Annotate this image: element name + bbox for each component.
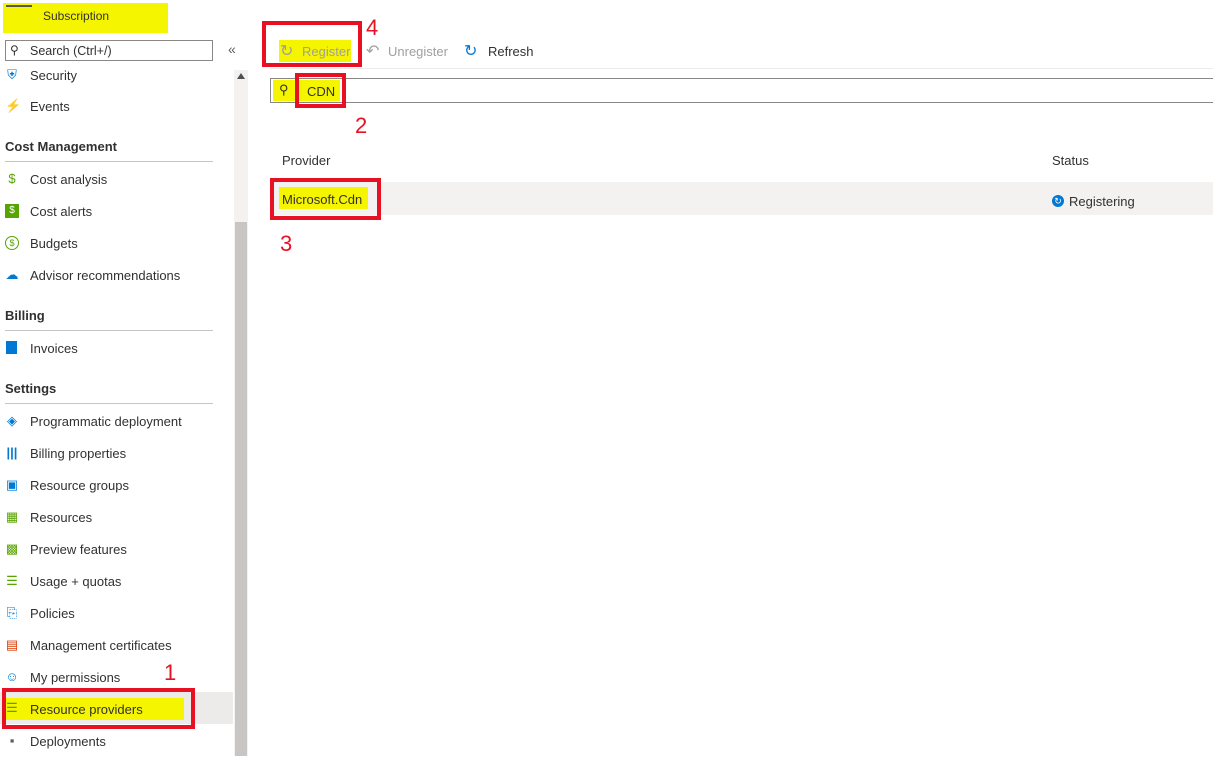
sidebar-item-budgets[interactable]: $ Budgets bbox=[0, 229, 233, 259]
sidebar-item-label: Usage + quotas bbox=[30, 574, 122, 589]
sidebar-item-invoices[interactable]: Invoices bbox=[0, 334, 233, 364]
list-icon: ☰ bbox=[6, 573, 18, 588]
undo-icon: ↶ bbox=[366, 43, 380, 60]
grid-icon: ▦ bbox=[5, 509, 19, 524]
annotation-box-2 bbox=[295, 73, 346, 108]
search-icon: ⚲ bbox=[10, 43, 19, 57]
column-header-status[interactable]: Status bbox=[1052, 153, 1089, 168]
section-divider bbox=[5, 403, 213, 404]
section-title-settings: Settings bbox=[5, 381, 57, 396]
sidebar-item-programmatic-deployment[interactable]: ◈ Programmatic deployment bbox=[0, 407, 233, 437]
certificate-icon: ▤ bbox=[5, 637, 19, 652]
sidebar-item-label: Events bbox=[30, 99, 70, 114]
annotation-box-1 bbox=[2, 688, 195, 729]
lightning-icon: ⚡ bbox=[5, 98, 22, 113]
sidebar-item-label: Cost analysis bbox=[30, 172, 108, 187]
cube-icon: ▣ bbox=[5, 477, 19, 492]
annotation-number-3: 3 bbox=[280, 231, 293, 256]
sidebar-item-label: Preview features bbox=[30, 542, 127, 557]
sidebar-item-label: Cost alerts bbox=[30, 204, 93, 219]
sidebar-item-label: Policies bbox=[30, 606, 75, 621]
sidebar-item-deployments[interactable]: ▪ Deployments bbox=[0, 727, 233, 757]
sidebar-item-label: Security bbox=[30, 68, 77, 83]
filter-input[interactable] bbox=[270, 78, 1213, 103]
sidebar-item-billing-properties[interactable]: ||| Billing properties bbox=[0, 439, 233, 469]
bag-icon: ◈ bbox=[7, 413, 17, 428]
refresh-icon: ↻ bbox=[464, 43, 478, 60]
annotation-number-1: 1 bbox=[164, 660, 177, 685]
budget-icon: $ bbox=[5, 236, 19, 250]
sidebar-item-label: Invoices bbox=[30, 341, 78, 356]
shield-icon: ⛨ bbox=[7, 67, 17, 82]
search-placeholder: Search (Ctrl+/) bbox=[30, 44, 112, 58]
section-divider bbox=[5, 330, 213, 331]
collapse-sidebar-button[interactable]: « bbox=[228, 41, 236, 57]
sidebar-search-input[interactable]: ⚲ Search (Ctrl+/) bbox=[5, 40, 213, 61]
sidebar-item-cost-analysis[interactable]: $ Cost analysis bbox=[0, 165, 233, 195]
sidebar-item-label: Management certificates bbox=[30, 638, 172, 653]
subscription-title: Subscription bbox=[43, 9, 110, 23]
sidebar-item-resource-groups[interactable]: ▣ Resource groups bbox=[0, 471, 233, 501]
bars-icon: ||| bbox=[6, 445, 18, 460]
scrollbar-thumb[interactable] bbox=[235, 222, 247, 756]
sidebar-item-events[interactable]: ⚡ Events bbox=[0, 92, 233, 122]
sidebar-item-label: Advisor recommendations bbox=[30, 268, 181, 283]
deploy-icon: ▪ bbox=[9, 733, 15, 748]
status-cell: Registering bbox=[1069, 194, 1135, 209]
toolbar-divider bbox=[270, 68, 1213, 69]
dollar-icon: $ bbox=[5, 204, 19, 218]
preview-icon: ▩ bbox=[5, 541, 19, 556]
sidebar-item-cost-alerts[interactable]: $ Cost alerts bbox=[0, 197, 233, 227]
unregister-button[interactable]: ↶ Unregister bbox=[366, 40, 456, 62]
sidebar-item-label: Resources bbox=[30, 510, 93, 525]
refresh-label: Refresh bbox=[488, 44, 534, 59]
sync-icon: ↻ bbox=[1052, 195, 1064, 207]
sidebar-item-policies[interactable]: ⎘ Policies bbox=[0, 599, 233, 629]
filter-search-icon: ⚲ bbox=[279, 82, 289, 97]
scroll-up-icon[interactable] bbox=[237, 73, 245, 79]
column-header-provider[interactable]: Provider bbox=[282, 153, 330, 168]
sidebar-item-label: Deployments bbox=[30, 734, 106, 749]
invoice-icon bbox=[6, 341, 17, 354]
sidebar-item-label: Billing properties bbox=[30, 446, 127, 461]
sidebar-item-usage-quotas[interactable]: ☰ Usage + quotas bbox=[0, 567, 233, 597]
unregister-label: Unregister bbox=[388, 44, 448, 59]
section-title-billing: Billing bbox=[5, 308, 45, 323]
sidebar-item-label: Budgets bbox=[30, 236, 78, 251]
section-title-cost-management: Cost Management bbox=[5, 139, 117, 154]
sidebar-item-label: My permissions bbox=[30, 670, 121, 685]
annotation-box-4 bbox=[262, 21, 362, 67]
section-divider bbox=[5, 161, 213, 162]
sidebar: Subscription ⚲ Search (Ctrl+/) « ⛨ Secur… bbox=[0, 0, 248, 756]
cost-analysis-icon: $ bbox=[8, 171, 16, 186]
sidebar-item-advisor-recommendations[interactable]: ☁ Advisor recommendations bbox=[0, 261, 233, 291]
sidebar-item-label: Resource groups bbox=[30, 478, 129, 493]
sidebar-item-label: Programmatic deployment bbox=[30, 414, 182, 429]
annotation-box-3 bbox=[270, 178, 381, 220]
sidebar-item-preview-features[interactable]: ▩ Preview features bbox=[0, 535, 233, 565]
cloud-icon: ☁ bbox=[5, 267, 19, 282]
sidebar-item-management-certificates[interactable]: ▤ Management certificates bbox=[0, 631, 233, 661]
refresh-button[interactable]: ↻ Refresh bbox=[464, 40, 544, 62]
person-icon: ☺ bbox=[5, 669, 19, 684]
annotation-number-2: 2 bbox=[355, 113, 368, 138]
policy-icon: ⎘ bbox=[6, 605, 18, 620]
sidebar-item-security[interactable]: ⛨ Security bbox=[0, 61, 233, 91]
annotation-number-4: 4 bbox=[366, 15, 379, 40]
sidebar-item-resources[interactable]: ▦ Resources bbox=[0, 503, 233, 533]
collapse-mark-icon bbox=[6, 5, 32, 7]
